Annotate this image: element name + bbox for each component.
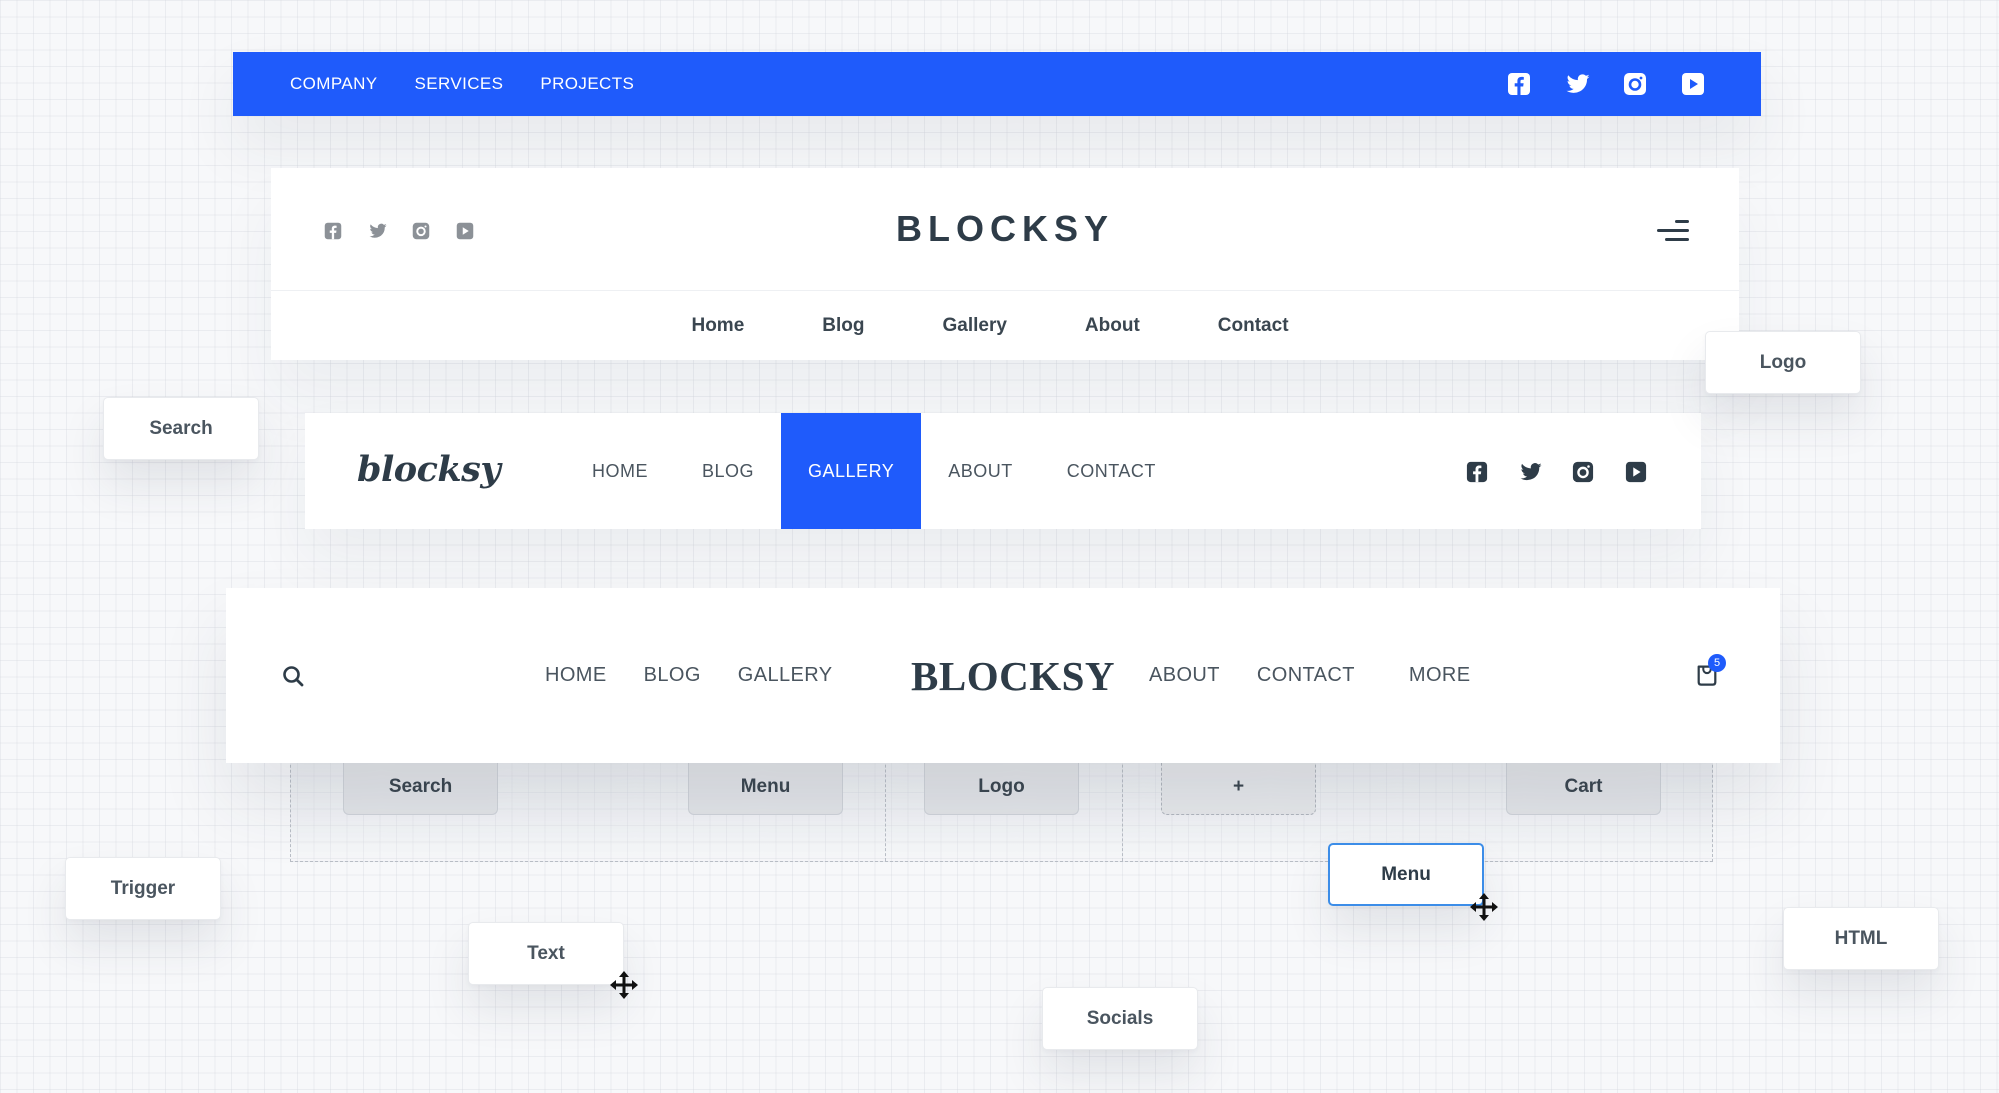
- nav-item-contact[interactable]: Contact: [1218, 315, 1289, 337]
- nav-item-gallery-active[interactable]: GALLERY: [781, 413, 922, 529]
- site-logo[interactable]: BLOCKSY: [271, 208, 1739, 250]
- nav-item-gallery[interactable]: Gallery: [942, 315, 1006, 337]
- nav-item-contact[interactable]: CONTACT: [1040, 413, 1183, 529]
- element-chip-menu-dragging[interactable]: Menu: [1328, 843, 1484, 906]
- header-top-row: BLOCKSY: [271, 168, 1739, 291]
- move-cursor-icon: [1469, 892, 1499, 922]
- twitter-icon[interactable]: [1565, 72, 1590, 96]
- nav-item-blog[interactable]: BLOG: [675, 413, 781, 529]
- header-inline: blocksy HOME BLOG GALLERY ABOUT CONTACT: [305, 413, 1701, 529]
- twitter-icon[interactable]: [1519, 461, 1542, 483]
- nav-item-about[interactable]: ABOUT: [921, 413, 1040, 529]
- header-blue-bar: COMPANY SERVICES PROJECTS: [233, 52, 1761, 116]
- nav-item-company[interactable]: COMPANY: [290, 74, 378, 94]
- facebook-icon[interactable]: [1507, 72, 1531, 96]
- builder-slot-search[interactable]: Search: [343, 760, 498, 815]
- nav-right: ABOUT CONTACT MORE: [1149, 588, 1471, 763]
- element-chip-html[interactable]: HTML: [1783, 907, 1939, 970]
- builder-slot-cart[interactable]: Cart: [1506, 760, 1661, 815]
- instagram-icon[interactable]: [1623, 72, 1647, 96]
- builder-slot-logo[interactable]: Logo: [924, 760, 1079, 815]
- hamburger-menu-icon[interactable]: [1657, 220, 1689, 242]
- element-chip-text[interactable]: Text: [468, 922, 624, 985]
- nav-item-more[interactable]: MORE: [1409, 664, 1471, 687]
- social-links: [1507, 72, 1705, 96]
- main-nav: Home Blog Gallery About Contact: [271, 292, 1739, 360]
- element-chip-logo[interactable]: Logo: [1705, 331, 1861, 394]
- nav-item-home[interactable]: HOME: [545, 664, 607, 687]
- nav-item-home[interactable]: HOME: [565, 413, 675, 529]
- nav-item-blog[interactable]: Blog: [822, 315, 864, 337]
- site-logo[interactable]: BLOCKSY: [911, 652, 1115, 700]
- facebook-icon[interactable]: [1466, 461, 1488, 483]
- element-chip-trigger[interactable]: Trigger: [65, 857, 221, 920]
- header-centered-logo: BLOCKSY Home Blog Gallery About Contact: [271, 168, 1739, 360]
- nav-item-about[interactable]: About: [1085, 315, 1140, 337]
- builder-add-slot-button[interactable]: +: [1161, 760, 1316, 815]
- move-cursor-icon: [609, 970, 639, 1000]
- nav-item-home[interactable]: Home: [691, 315, 744, 337]
- youtube-icon[interactable]: [1681, 72, 1705, 96]
- youtube-icon[interactable]: [1625, 461, 1647, 483]
- social-links: [1466, 461, 1647, 483]
- site-logo[interactable]: blocksy: [357, 449, 501, 490]
- nav-item-blog[interactable]: BLOG: [644, 664, 701, 687]
- nav-item-contact[interactable]: CONTACT: [1257, 664, 1355, 687]
- builder-slot-menu[interactable]: Menu: [688, 760, 843, 815]
- element-chip-socials[interactable]: Socials: [1042, 987, 1198, 1050]
- nav-item-about[interactable]: ABOUT: [1149, 664, 1220, 687]
- nav-item-projects[interactable]: PROJECTS: [540, 74, 634, 94]
- cart-count-badge: 5: [1708, 654, 1726, 672]
- element-chip-search[interactable]: Search: [103, 397, 259, 460]
- header-split-logo: HOME BLOG GALLERY BLOCKSY ABOUT CONTACT …: [226, 588, 1780, 763]
- nav-item-services[interactable]: SERVICES: [415, 74, 504, 94]
- top-nav: COMPANY SERVICES PROJECTS: [290, 74, 634, 94]
- nav-item-gallery[interactable]: GALLERY: [738, 664, 833, 687]
- search-icon[interactable]: [282, 665, 304, 687]
- main-nav: HOME BLOG GALLERY ABOUT CONTACT: [565, 413, 1183, 529]
- nav-left: HOME BLOG GALLERY: [545, 588, 833, 763]
- instagram-icon[interactable]: [1572, 461, 1594, 483]
